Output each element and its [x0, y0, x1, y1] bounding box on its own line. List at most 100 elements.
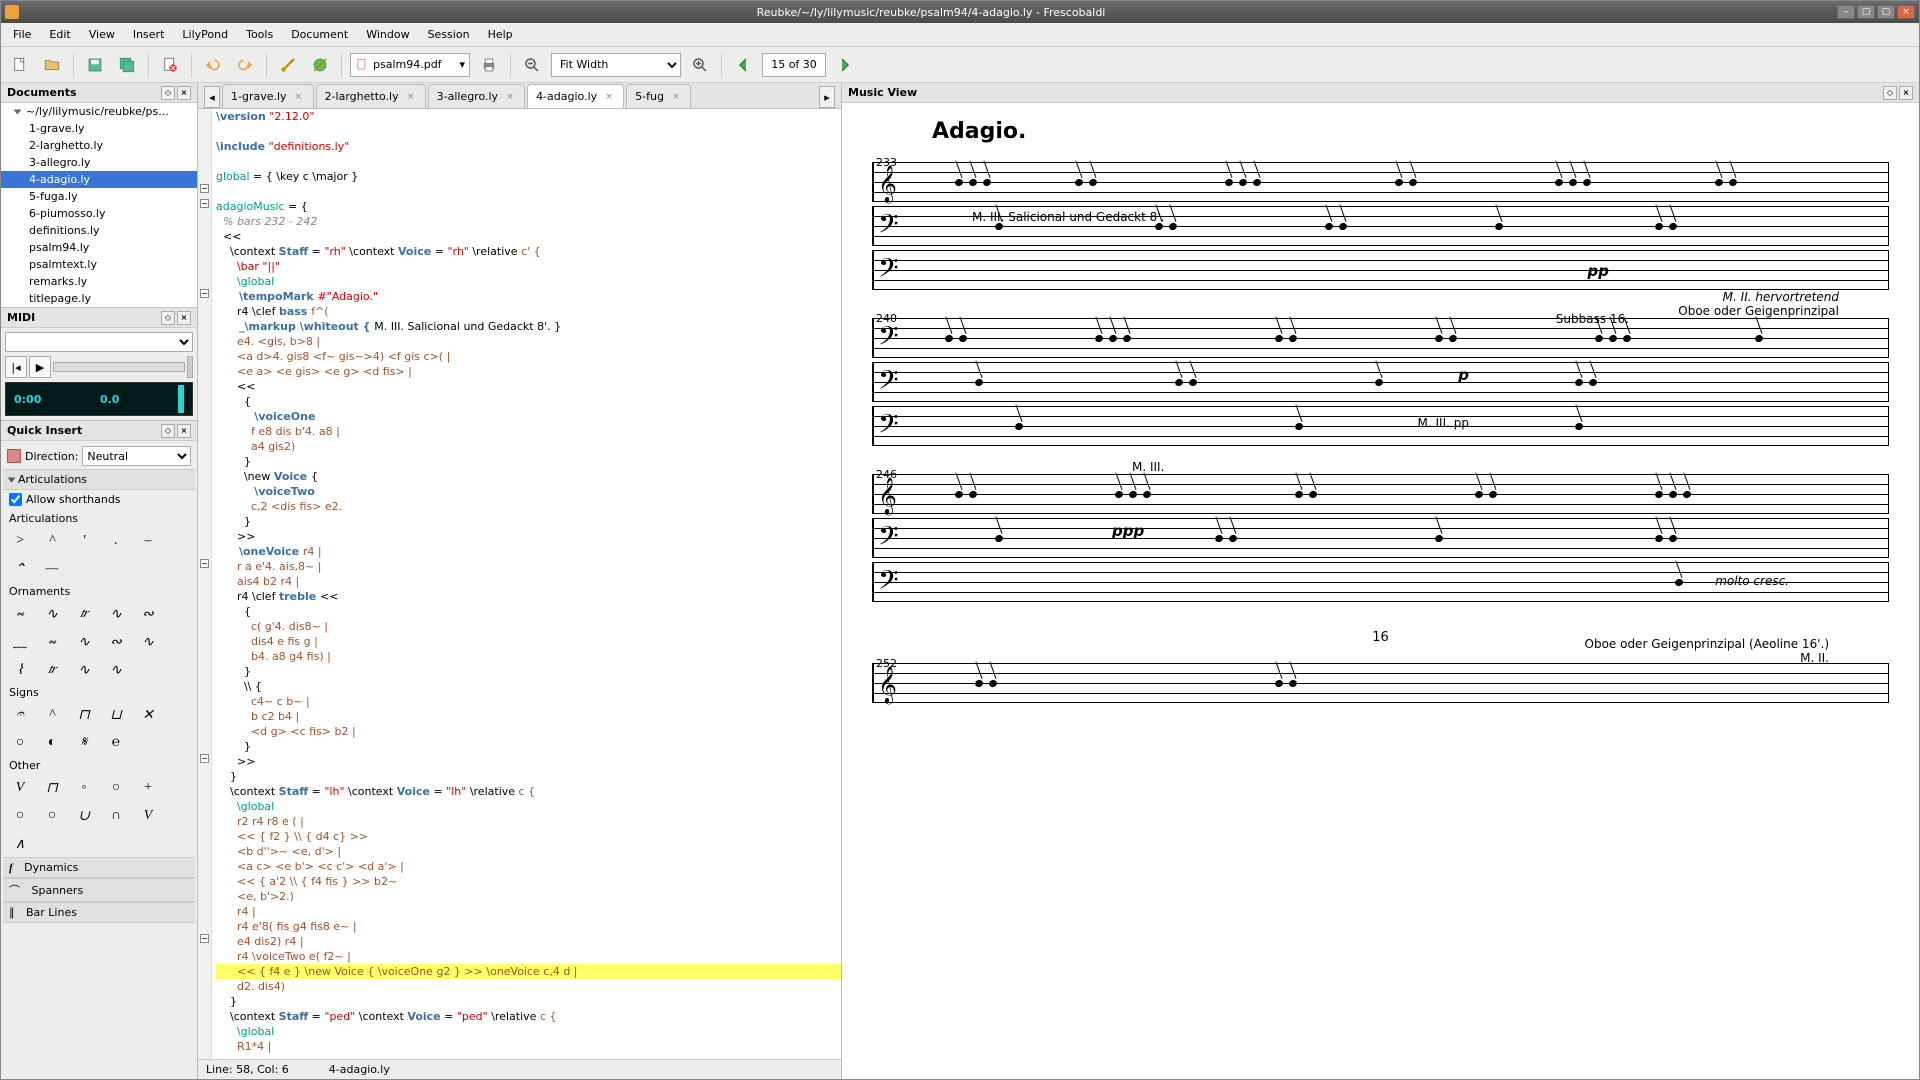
sign-button[interactable]: ⊔	[103, 704, 129, 726]
minimize-button[interactable]: –	[1837, 5, 1855, 19]
quickinsert-undock-button[interactable]: ◇	[161, 424, 175, 438]
document-item[interactable]: 5-fuga.ly	[1, 188, 197, 205]
midi-undock-button[interactable]: ◇	[161, 311, 175, 325]
compile-preview-button[interactable]	[307, 52, 333, 78]
documents-undock-button[interactable]: ◇	[161, 86, 175, 100]
sign-button[interactable]: ℮	[103, 732, 129, 754]
document-item[interactable]: 6-piumosso.ly	[1, 205, 197, 222]
menu-insert[interactable]: Insert	[125, 25, 173, 44]
editor-tab[interactable]: 4-adagio.ly×	[527, 84, 624, 108]
ornament-button[interactable]: ﹏	[7, 631, 33, 653]
articulation-button[interactable]: '	[71, 530, 97, 552]
document-item[interactable]: 4-adagio.ly	[1, 171, 197, 188]
other-button[interactable]: ∪	[71, 805, 97, 827]
documents-close-button[interactable]: ×	[177, 86, 191, 100]
musicview-close-button[interactable]: ×	[1899, 86, 1913, 100]
sign-button[interactable]: ✕	[135, 704, 161, 726]
print-button[interactable]	[476, 52, 502, 78]
ornament-button[interactable]: ∿	[71, 631, 97, 653]
other-button[interactable]: ◦	[71, 777, 97, 799]
other-button[interactable]: ○	[39, 805, 65, 827]
musicview-undock-button[interactable]: ◇	[1883, 86, 1897, 100]
menu-help[interactable]: Help	[480, 25, 521, 44]
menu-edit[interactable]: Edit	[41, 25, 78, 44]
new-file-button[interactable]	[7, 52, 33, 78]
zoom-selector[interactable]: Fit Width	[551, 53, 681, 77]
redo-button[interactable]	[232, 52, 258, 78]
page-input[interactable]	[762, 53, 826, 77]
document-item[interactable]: remarks.ly	[1, 273, 197, 290]
zoom-out-button[interactable]	[519, 52, 545, 78]
midi-rewind-button[interactable]: |◂	[5, 356, 27, 378]
other-button[interactable]: ∩	[103, 805, 129, 827]
ornament-button[interactable]: 𝆗	[7, 603, 33, 625]
editor-tab[interactable]: 5-fug×	[626, 84, 691, 108]
articulation-button[interactable]: –	[135, 530, 161, 552]
music-view[interactable]: Adagio. 233 𝄞 M. III. Salicional und Ged…	[842, 103, 1919, 1079]
close-button[interactable]: ×	[1897, 5, 1915, 19]
tab-close-icon[interactable]: ×	[504, 91, 516, 103]
prev-page-button[interactable]	[730, 52, 756, 78]
compile-button[interactable]	[275, 52, 301, 78]
tab-close-icon[interactable]: ×	[603, 91, 615, 103]
articulation-button[interactable]: ^	[39, 530, 65, 552]
ornament-button[interactable]: ∿	[103, 659, 129, 681]
zoom-in-button[interactable]	[687, 52, 713, 78]
allow-shorthands-checkbox[interactable]	[9, 493, 22, 506]
tabs-scroll-right[interactable]: ▸	[819, 86, 835, 108]
section-spanners[interactable]: ⌒ Spanners	[3, 878, 195, 902]
section-dynamics[interactable]: f Dynamics	[3, 857, 195, 878]
ornament-button[interactable]: 𝆗	[39, 631, 65, 653]
document-item[interactable]: 1-grave.ly	[1, 120, 197, 137]
document-item[interactable]: psalmtext.ly	[1, 256, 197, 273]
other-button[interactable]: ∧	[7, 833, 33, 855]
sign-button[interactable]: 𝄐	[7, 704, 33, 726]
ornament-button[interactable]: ∿	[135, 631, 161, 653]
section-barlines[interactable]: ∥ Bar Lines	[3, 902, 195, 923]
code-editor[interactable]: − − − − − − \version "2.12.0" \include "…	[198, 109, 841, 1059]
section-articulations[interactable]: Articulations	[3, 469, 195, 490]
editor-tab[interactable]: 3-allegro.ly×	[428, 84, 525, 108]
ornament-button[interactable]: ∾	[103, 631, 129, 653]
next-page-button[interactable]	[832, 52, 858, 78]
ornament-button[interactable]: 𝆖	[71, 603, 97, 625]
restore-button[interactable]: ▢	[1857, 5, 1875, 19]
ornament-button[interactable]: ∿	[71, 659, 97, 681]
documents-folder[interactable]: ~/ly/lilymusic/reubke/ps...	[1, 103, 197, 120]
other-button[interactable]: V	[7, 777, 33, 799]
document-item[interactable]: psalm94.ly	[1, 239, 197, 256]
save-all-button[interactable]	[114, 52, 140, 78]
direction-select[interactable]: Neutral	[82, 446, 191, 466]
other-button[interactable]: ○	[103, 777, 129, 799]
maximize-button[interactable]: ▢	[1877, 5, 1895, 19]
sign-button[interactable]: ⊓	[71, 704, 97, 726]
save-button[interactable]	[82, 52, 108, 78]
menu-document[interactable]: Document	[283, 25, 356, 44]
tab-close-icon[interactable]: ×	[405, 91, 417, 103]
articulation-button[interactable]: >	[7, 530, 33, 552]
quickinsert-close-button[interactable]: ×	[177, 424, 191, 438]
other-button[interactable]: V	[135, 805, 161, 827]
sign-button[interactable]: ○	[7, 732, 33, 754]
sign-button[interactable]: 𝄋	[71, 732, 97, 754]
document-item[interactable]: definitions.ly	[1, 222, 197, 239]
close-file-button[interactable]	[157, 52, 183, 78]
menu-window[interactable]: Window	[358, 25, 417, 44]
menu-tools[interactable]: Tools	[238, 25, 281, 44]
other-button[interactable]: ○	[7, 805, 33, 827]
tab-close-icon[interactable]: ×	[670, 91, 682, 103]
articulation-button[interactable]: .	[103, 530, 129, 552]
midi-port-select[interactable]	[5, 332, 193, 352]
editor-tab[interactable]: 1-grave.ly×	[222, 84, 314, 108]
sign-button[interactable]: ◐	[39, 732, 65, 754]
midi-close-button[interactable]: ×	[177, 311, 191, 325]
articulation-button[interactable]: ⌃	[7, 558, 33, 580]
undo-button[interactable]	[200, 52, 226, 78]
document-item[interactable]: titlepage.ly	[1, 290, 197, 307]
ornament-button[interactable]: ∾	[135, 603, 161, 625]
ornament-button[interactable]: ∿	[103, 603, 129, 625]
other-button[interactable]: +	[135, 777, 161, 799]
sign-button[interactable]: ^	[39, 704, 65, 726]
document-item[interactable]: 2-larghetto.ly	[1, 137, 197, 154]
articulation-button[interactable]: —	[39, 558, 65, 580]
